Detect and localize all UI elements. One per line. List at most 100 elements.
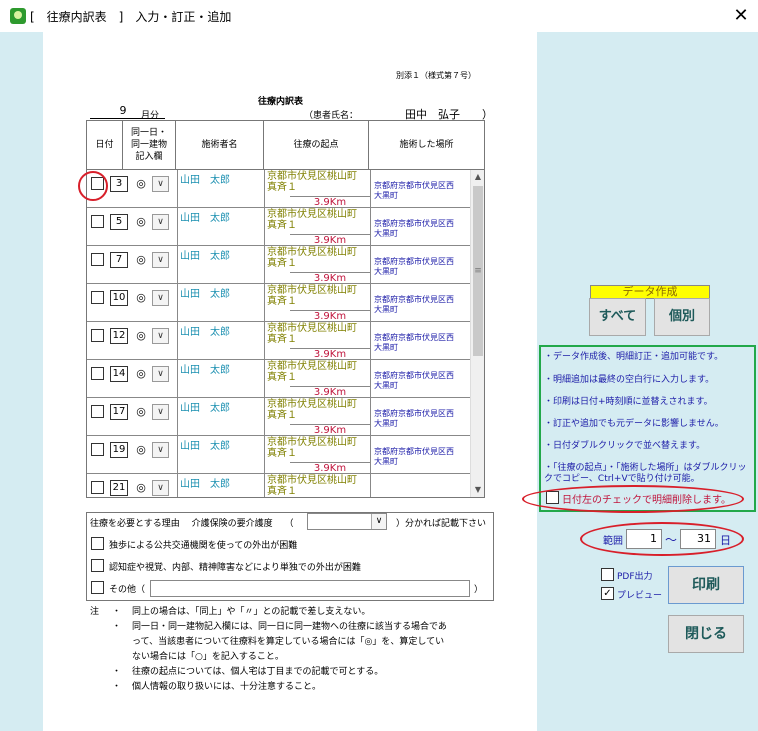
chevron-down-icon[interactable]: ∨ xyxy=(152,442,169,458)
annotation-circle xyxy=(78,171,108,201)
row-same-day-mark: ◎ xyxy=(136,405,146,418)
row-day[interactable]: 3 xyxy=(110,176,128,192)
table-row[interactable]: 5 ◎ ∨ 山田 太郎 京都市伏見区桃山町 真斉１ 3.9Km 京都府京都市伏見区西 大黒町 xyxy=(87,208,470,246)
note-text: 同一日・同一建物記入欄には、同一日に同一建物への往療に該当する場合であ xyxy=(132,622,447,632)
other-reason-input[interactable] xyxy=(150,580,470,597)
row-place[interactable]: 京都府京都市伏見区西 大黒町 xyxy=(370,322,469,360)
row-day[interactable]: 7 xyxy=(110,252,128,268)
row-delete-checkbox[interactable] xyxy=(91,443,104,456)
chevron-down-icon[interactable]: ∨ xyxy=(152,404,169,420)
row-place[interactable]: 京都府京都市伏見区西 大黒町 xyxy=(370,170,469,208)
visit-table: 日付 同一日・ 同一建物 記入欄 施術者名 往療の起点 施術した場所 3 ◎ ∨ 山田… xyxy=(86,120,485,498)
reason-option1-checkbox[interactable] xyxy=(91,537,104,550)
row-day[interactable]: 5 xyxy=(110,214,128,230)
row-place[interactable]: 京都府京都市伏見区西 大黒町 xyxy=(370,360,469,398)
row-day[interactable]: 17 xyxy=(110,404,128,420)
note-bullet: ・ xyxy=(112,622,122,632)
reason-option3-checkbox[interactable] xyxy=(91,581,104,594)
row-delete-checkbox[interactable] xyxy=(91,481,104,494)
row-practitioner[interactable]: 山田 太郎 xyxy=(177,360,263,398)
pdf-output-checkbox[interactable] xyxy=(601,568,614,581)
row-practitioner[interactable]: 山田 太郎 xyxy=(177,436,263,474)
row-distance: 3.9Km xyxy=(290,234,370,246)
close-window-button[interactable]: ✕ xyxy=(728,4,754,28)
row-delete-checkbox[interactable] xyxy=(91,329,104,342)
chevron-down-icon[interactable]: ∨ xyxy=(152,290,169,306)
row-place[interactable]: 京都府京都市伏見区西 大黒町 xyxy=(370,208,469,246)
info-line-6: ・「往療の起点」・「施術した場所」はダブルクリックでコピー、Ctrl+Vで貼り付… xyxy=(544,463,747,484)
note-text: って、当該患者について往療料を算定している場合には「◎」を、算定してい xyxy=(132,637,445,647)
row-practitioner[interactable]: 山田 太郎 xyxy=(177,208,263,246)
row-distance: 3.9Km xyxy=(290,272,370,284)
table-row[interactable]: 3 ◎ ∨ 山田 太郎 京都市伏見区桃山町 真斉１ 3.9Km 京都府京都市伏見区西 大黒町 xyxy=(87,170,470,208)
row-practitioner[interactable]: 山田 太郎 xyxy=(177,284,263,322)
table-row[interactable]: 7 ◎ ∨ 山田 太郎 京都市伏見区桃山町 真斉１ 3.9Km 京都府京都市伏見区西 大黒町 xyxy=(87,246,470,284)
row-practitioner[interactable]: 山田 太郎 xyxy=(177,398,263,436)
row-place[interactable] xyxy=(370,474,469,497)
row-practitioner[interactable]: 山田 太郎 xyxy=(177,246,263,284)
row-day[interactable]: 21 xyxy=(110,480,128,496)
reason-heading-tail: ）分かれば記載下さい xyxy=(396,519,487,529)
row-delete-checkbox[interactable] xyxy=(91,253,104,266)
table-row[interactable]: 10 ◎ ∨ 山田 太郎 京都市伏見区桃山町 真斉１ 3.9Km 京都府京都市伏見区西 大黒… xyxy=(87,284,470,322)
row-delete-checkbox[interactable] xyxy=(91,405,104,418)
row-place[interactable]: 京都府京都市伏見区西 大黒町 xyxy=(370,398,469,436)
chevron-down-icon[interactable]: ∨ xyxy=(152,252,169,268)
scroll-down-icon[interactable]: ▼ xyxy=(471,483,485,497)
preview-checkbox[interactable]: ✓ xyxy=(601,587,614,600)
row-distance: 3.9Km xyxy=(290,462,370,474)
row-day[interactable]: 10 xyxy=(110,290,128,306)
row-practitioner[interactable]: 山田 太郎 xyxy=(177,474,263,497)
reason-heading: 往療を必要とする理由 介護保険の要介護度 （ xyxy=(90,519,294,529)
row-place[interactable]: 京都府京都市伏見区西 大黒町 xyxy=(370,436,469,474)
print-button[interactable]: 印刷 xyxy=(668,566,744,604)
row-same-day-mark: ◎ xyxy=(136,329,146,342)
close-button[interactable]: 閉じる xyxy=(668,615,744,653)
note-text: ない場合には「○」を記入すること。 xyxy=(132,652,284,662)
note-key: 注 xyxy=(90,607,100,617)
row-distance: 3.9Km xyxy=(290,348,370,360)
table-row[interactable]: 21 ◎ ∨ 山田 太郎 京都市伏見区桃山町 真斉１ xyxy=(87,474,470,497)
row-same-day-mark: ◎ xyxy=(136,291,146,304)
row-same-day-mark: ◎ xyxy=(136,215,146,228)
info-line-2: ・明細追加は最終の空白行に入力します。 xyxy=(544,375,715,385)
row-day[interactable]: 14 xyxy=(110,366,128,382)
chevron-down-icon[interactable]: ∨ xyxy=(152,176,169,192)
note-text: 同上の場合は、「同上」や「〃」との記載で差し支えない。 xyxy=(132,607,371,617)
row-delete-checkbox[interactable] xyxy=(91,291,104,304)
table-row[interactable]: 12 ◎ ∨ 山田 太郎 京都市伏見区桃山町 真斉１ 3.9Km 京都府京都市伏見区西 大黒… xyxy=(87,322,470,360)
note-bullet: ・ xyxy=(112,682,122,692)
chevron-down-icon[interactable]: ∨ xyxy=(152,328,169,344)
note-bullet: ・ xyxy=(112,607,122,617)
app-icon xyxy=(10,8,26,24)
create-individual-button[interactable]: 個別 xyxy=(654,298,710,336)
care-level-select[interactable]: ∨ xyxy=(307,513,387,530)
row-delete-checkbox[interactable] xyxy=(91,367,104,380)
table-row[interactable]: 19 ◎ ∨ 山田 太郎 京都市伏見区桃山町 真斉１ 3.9Km 京都府京都市伏見区西 大黒… xyxy=(87,436,470,474)
scroll-up-icon[interactable]: ▲ xyxy=(471,170,485,184)
chevron-down-icon[interactable]: ∨ xyxy=(152,214,169,230)
row-practitioner[interactable]: 山田 太郎 xyxy=(177,170,263,208)
chevron-down-icon[interactable]: ∨ xyxy=(152,480,169,496)
annotation-ellipse-range xyxy=(580,522,744,556)
row-delete-checkbox[interactable] xyxy=(91,215,104,228)
reason-option2-checkbox[interactable] xyxy=(91,559,104,572)
table-rows: 3 ◎ ∨ 山田 太郎 京都市伏見区桃山町 真斉１ 3.9Km 京都府京都市伏見区西 大黒町… xyxy=(87,170,470,497)
table-row[interactable]: 17 ◎ ∨ 山田 太郎 京都市伏見区桃山町 真斉１ 3.9Km 京都府京都市伏見区西 大黒… xyxy=(87,398,470,436)
reason-option2-label: 認知症や視覚、内部、精神障害などにより単独での外出が困難 xyxy=(109,563,361,573)
row-place[interactable]: 京都府京都市伏見区西 大黒町 xyxy=(370,246,469,284)
annotation-ellipse-delete xyxy=(522,485,744,513)
row-day[interactable]: 12 xyxy=(110,328,128,344)
table-scrollbar[interactable]: ▲ ≡ ▼ xyxy=(470,170,484,497)
chevron-down-icon[interactable]: ∨ xyxy=(152,366,169,382)
table-row[interactable]: 14 ◎ ∨ 山田 太郎 京都市伏見区桃山町 真斉１ 3.9Km 京都府京都市伏見区西 大黒… xyxy=(87,360,470,398)
row-same-day-mark: ◎ xyxy=(136,253,146,266)
row-origin[interactable]: 京都市伏見区桃山町 真斉１ xyxy=(264,474,369,497)
row-day[interactable]: 19 xyxy=(110,442,128,458)
create-all-button[interactable]: すべて xyxy=(589,298,646,336)
row-place[interactable]: 京都府京都市伏見区西 大黒町 xyxy=(370,284,469,322)
month-value[interactable]: 9 xyxy=(112,104,134,117)
chevron-down-icon[interactable]: ∨ xyxy=(371,514,386,529)
row-practitioner[interactable]: 山田 太郎 xyxy=(177,322,263,360)
scroll-grip-icon: ≡ xyxy=(474,266,482,276)
